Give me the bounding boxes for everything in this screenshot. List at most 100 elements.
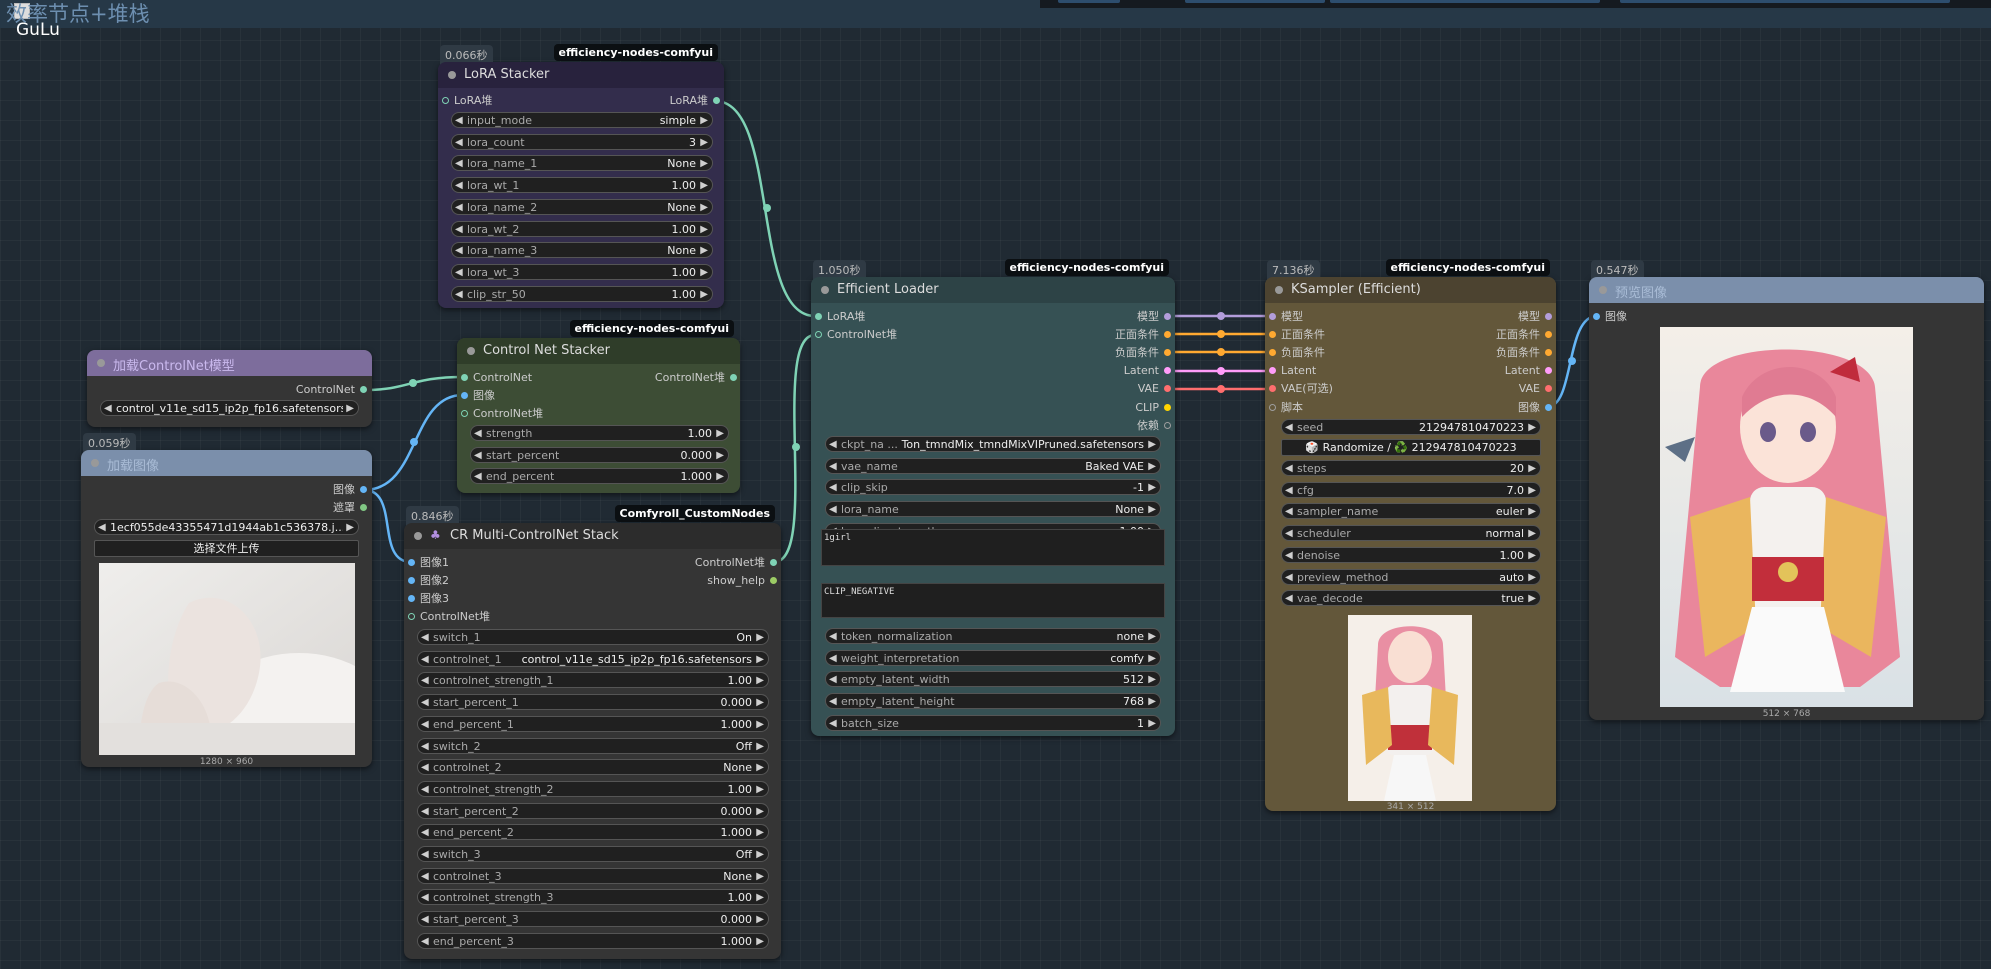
load-image-node[interactable]: 0.059秒 加载图像 图像 遮罩 ◀ 1ecf055de43355471d19… bbox=[81, 433, 372, 767]
control-net-stacker-node[interactable]: efficiency-nodes-comfyui Control Net Sta… bbox=[457, 320, 740, 493]
lora-widget[interactable]: ◀ lora_wt_2 1.00 ▶ bbox=[451, 220, 713, 238]
image-file-select[interactable]: ◀ 1ecf055de43355471d1944ab1c536378.j... … bbox=[94, 519, 359, 535]
loader-widget[interactable]: ◀ empty_latent_width 512 ▶ bbox=[825, 671, 1161, 688]
arrow-right-icon[interactable]: ▶ bbox=[1148, 437, 1156, 453]
sampler-widget[interactable]: ◀ cfg 7.0 ▶ bbox=[1281, 481, 1541, 499]
arrow-right-icon[interactable]: ▶ bbox=[700, 287, 708, 303]
output-pin-icon[interactable] bbox=[360, 486, 367, 493]
input-pin-icon[interactable] bbox=[461, 392, 468, 399]
arrow-left-icon[interactable]: ◀ bbox=[829, 716, 837, 732]
arrow-right-icon[interactable]: ▶ bbox=[756, 695, 764, 711]
arrow-right-icon[interactable]: ▶ bbox=[1528, 570, 1536, 586]
arrow-left-icon[interactable]: ◀ bbox=[1285, 504, 1293, 520]
arrow-left-icon[interactable]: ◀ bbox=[421, 847, 429, 863]
ksampler-efficient-node[interactable]: 7.136秒 efficiency-nodes-comfyui KSampler… bbox=[1265, 259, 1556, 812]
arrow-right-icon[interactable]: ▶ bbox=[700, 156, 708, 172]
cn-widget[interactable]: ◀ strength 1.00 ▶ bbox=[470, 425, 729, 441]
arrow-right-icon[interactable]: ▶ bbox=[756, 847, 764, 863]
arrow-left-icon[interactable]: ◀ bbox=[421, 630, 429, 646]
arrow-left-icon[interactable]: ◀ bbox=[1285, 461, 1293, 477]
cr-widget[interactable]: ◀ end_percent_3 1.000 ▶ bbox=[417, 932, 769, 949]
arrow-right-icon[interactable]: ▶ bbox=[716, 426, 724, 442]
arrow-left-icon[interactable]: ◀ bbox=[829, 459, 837, 475]
cr-widget[interactable]: ◀ controlnet_2 None ▶ bbox=[417, 759, 769, 776]
node-header[interactable]: Control Net Stacker bbox=[457, 338, 740, 364]
output-pin-icon[interactable] bbox=[713, 97, 720, 104]
arrow-left-icon[interactable]: ◀ bbox=[829, 651, 837, 667]
arrow-left-icon[interactable]: ◀ bbox=[421, 782, 429, 798]
arrow-left-icon[interactable]: ◀ bbox=[455, 287, 463, 303]
arrow-left-icon[interactable]: ◀ bbox=[1285, 420, 1293, 436]
arrow-left-icon[interactable]: ◀ bbox=[421, 825, 429, 841]
collapse-dot-icon[interactable] bbox=[1275, 286, 1283, 294]
input-pin-icon[interactable] bbox=[408, 595, 415, 602]
seed-widget[interactable]: ◀ seed 212947810470223 ▶ bbox=[1281, 419, 1541, 435]
arrow-right-icon[interactable]: ▶ bbox=[756, 760, 764, 776]
arrow-right-icon[interactable]: ▶ bbox=[756, 717, 764, 733]
input-pin-icon[interactable] bbox=[442, 97, 449, 104]
cr-widget[interactable]: ◀ controlnet_strength_1 1.00 ▶ bbox=[417, 672, 769, 689]
arrow-left-icon[interactable]: ◀ bbox=[455, 178, 463, 194]
sampler-widget[interactable]: ◀ scheduler normal ▶ bbox=[1281, 525, 1541, 542]
collapse-dot-icon[interactable] bbox=[414, 532, 422, 540]
collapse-dot-icon[interactable] bbox=[91, 459, 99, 467]
arrow-left-icon[interactable]: ◀ bbox=[829, 437, 837, 453]
arrow-left-icon[interactable]: ◀ bbox=[455, 222, 463, 238]
arrow-right-icon[interactable]: ▶ bbox=[1148, 480, 1156, 496]
loader-widget[interactable]: ◀ clip_skip -1 ▶ bbox=[825, 479, 1161, 496]
cr-widget[interactable]: ◀ start_percent_3 0.000 ▶ bbox=[417, 911, 769, 928]
input-pin-icon[interactable] bbox=[815, 331, 822, 338]
input-pin-icon[interactable] bbox=[408, 613, 415, 620]
arrow-left-icon[interactable]: ◀ bbox=[474, 448, 482, 464]
output-pin-icon[interactable] bbox=[360, 504, 367, 511]
input-pin-icon[interactable] bbox=[1269, 403, 1276, 411]
cr-widget[interactable]: ◀ start_percent_1 0.000 ▶ bbox=[417, 694, 769, 711]
loader-widget[interactable]: ◀ weight_interpretation comfy ▶ bbox=[825, 649, 1161, 667]
arrow-left-icon[interactable]: ◀ bbox=[1285, 591, 1293, 607]
arrow-right-icon[interactable]: ▶ bbox=[700, 178, 708, 194]
arrow-left-icon[interactable]: ◀ bbox=[421, 673, 429, 689]
cr-widget[interactable]: ◀ switch_1 On ▶ bbox=[417, 629, 769, 645]
collapse-dot-icon[interactable] bbox=[821, 286, 829, 294]
cr-widget[interactable]: ◀ switch_3 Off ▶ bbox=[417, 846, 769, 862]
upload-button[interactable]: 选择文件上传 bbox=[94, 540, 359, 557]
arrow-left-icon[interactable]: ◀ bbox=[421, 739, 429, 755]
arrow-right-icon[interactable]: ▶ bbox=[1528, 526, 1536, 542]
randomize-seed-button[interactable]: 🎲 Randomize / ♻️ 212947810470223 bbox=[1281, 439, 1541, 456]
cn-widget[interactable]: ◀ end_percent 1.000 ▶ bbox=[470, 468, 729, 485]
arrow-left-icon[interactable]: ◀ bbox=[421, 760, 429, 776]
cr-widget[interactable]: ◀ start_percent_2 0.000 ▶ bbox=[417, 802, 769, 820]
output-pin-icon[interactable] bbox=[1164, 403, 1171, 411]
arrow-left-icon[interactable]: ◀ bbox=[421, 652, 429, 668]
arrow-right-icon[interactable]: ▶ bbox=[700, 135, 708, 151]
output-pin-icon[interactable] bbox=[1545, 313, 1552, 320]
lora-widget[interactable]: ◀ lora_name_3 None ▶ bbox=[451, 242, 713, 259]
node-header[interactable]: ♣ CR Multi-ControlNet Stack bbox=[404, 523, 781, 549]
input-pin-icon[interactable] bbox=[1593, 313, 1600, 320]
arrow-left-icon[interactable]: ◀ bbox=[421, 804, 429, 820]
output-pin-icon[interactable] bbox=[360, 386, 367, 393]
arrow-right-icon[interactable]: ▶ bbox=[1528, 461, 1536, 477]
arrow-right-icon[interactable]: ▶ bbox=[756, 673, 764, 689]
lora-widget[interactable]: ◀ lora_name_1 None ▶ bbox=[451, 155, 713, 172]
arrow-right-icon[interactable]: ▶ bbox=[1528, 548, 1536, 564]
arrow-left-icon[interactable]: ◀ bbox=[1285, 483, 1293, 499]
output-pin-icon[interactable] bbox=[1164, 385, 1171, 393]
arrow-right-icon[interactable]: ▶ bbox=[716, 448, 724, 464]
node-header[interactable]: 预览图像 bbox=[1589, 277, 1984, 303]
arrow-right-icon[interactable]: ▶ bbox=[756, 652, 764, 668]
arrow-left-icon[interactable]: ◀ bbox=[474, 426, 482, 442]
output-pin-icon[interactable] bbox=[1545, 385, 1552, 393]
input-pin-icon[interactable] bbox=[1269, 385, 1276, 393]
input-pin-icon[interactable] bbox=[1269, 313, 1276, 320]
node-header[interactable]: Efficient Loader bbox=[811, 277, 1175, 303]
output-pin-icon[interactable] bbox=[1545, 367, 1552, 375]
output-pin-icon[interactable] bbox=[1545, 349, 1552, 357]
controlnet-model-select[interactable]: ◀ control_v11e_sd15_ip2p_fp16.safetensor… bbox=[100, 400, 359, 416]
output-pin-icon[interactable] bbox=[1164, 313, 1171, 320]
node-header[interactable]: 加载ControlNet模型 bbox=[87, 350, 372, 376]
arrow-right-icon[interactable]: ▶ bbox=[756, 869, 764, 885]
arrow-left-icon[interactable]: ◀ bbox=[829, 480, 837, 496]
efficient-loader-node[interactable]: 1.050秒 efficiency-nodes-comfyui Efficien… bbox=[811, 259, 1175, 736]
arrow-left-icon[interactable]: ◀ bbox=[829, 672, 837, 688]
